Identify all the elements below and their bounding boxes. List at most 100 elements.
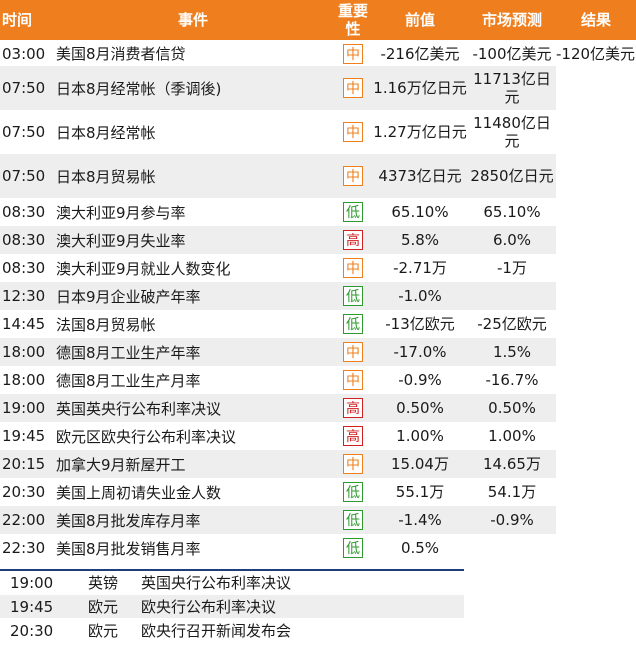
row-result bbox=[556, 254, 636, 282]
row-result bbox=[556, 154, 636, 198]
importance-badge: 中 bbox=[343, 258, 363, 278]
table-row: 07:50 日本8月经常帐（季调後) 中 1.16万亿日元 11713亿日元 bbox=[0, 66, 636, 110]
row-importance: 中 bbox=[334, 338, 372, 366]
importance-badge: 中 bbox=[343, 43, 363, 64]
schedule-time: 19:00 bbox=[10, 573, 54, 592]
header-importance: 重要 性 bbox=[337, 2, 368, 38]
header-forecast: 市场预测 bbox=[481, 11, 542, 29]
row-result bbox=[556, 310, 636, 338]
row-importance: 低 bbox=[334, 478, 372, 506]
importance-badge: 中 bbox=[343, 454, 363, 474]
row-importance: 低 bbox=[334, 282, 372, 310]
row-previous: 0.50% bbox=[396, 399, 444, 417]
row-importance: 中 bbox=[334, 66, 372, 110]
row-forecast: 65.10% bbox=[483, 203, 541, 221]
row-event: 加拿大9月新屋开工 bbox=[56, 455, 186, 474]
schedule-currency: 欧元 bbox=[88, 598, 119, 616]
row-importance: 中 bbox=[334, 41, 372, 66]
row-previous: 1.27万亿日元 bbox=[373, 123, 467, 141]
row-previous: 15.04万 bbox=[391, 455, 449, 473]
importance-badge: 低 bbox=[343, 314, 363, 334]
row-importance: 低 bbox=[334, 310, 372, 338]
table-row: 18:00 德国8月工业生产月率 中 -0.9% -16.7% bbox=[0, 366, 636, 394]
row-forecast: 0.50% bbox=[488, 399, 536, 417]
row-event: 美国8月批发库存月率 bbox=[56, 511, 201, 530]
row-event: 日本8月经常帐（季调後) bbox=[56, 79, 222, 98]
row-forecast: 11713亿日元 bbox=[473, 70, 551, 106]
row-time: 20:30 bbox=[2, 483, 46, 501]
row-time: 08:30 bbox=[2, 231, 46, 249]
table-row: 07:50 日本8月贸易帐 中 4373亿日元 2850亿日元 bbox=[0, 154, 636, 198]
row-time: 20:15 bbox=[2, 455, 46, 473]
row-event: 美国上周初请失业金人数 bbox=[56, 483, 222, 502]
importance-badge: 中 bbox=[343, 370, 363, 390]
row-time: 08:30 bbox=[2, 259, 46, 277]
importance-badge: 中 bbox=[343, 342, 363, 362]
importance-badge: 低 bbox=[343, 510, 363, 530]
schedule-event: 欧央行召开新闻发布会 bbox=[141, 622, 292, 640]
importance-badge: 低 bbox=[343, 286, 363, 306]
table-row: 19:00 英国英央行公布利率决议 高 0.50% 0.50% bbox=[0, 394, 636, 422]
table-row: 14:45 法国8月贸易帐 低 -13亿欧元 -25亿欧元 bbox=[0, 310, 636, 338]
row-previous: -17.0% bbox=[393, 343, 447, 361]
row-forecast: -25亿欧元 bbox=[477, 315, 547, 333]
table-row: 03:00 美国8月消费者信贷 中 -216亿美元 -100亿美元 -120亿美元 bbox=[0, 41, 636, 66]
row-time: 19:00 bbox=[2, 399, 46, 417]
row-time: 18:00 bbox=[2, 343, 46, 361]
row-forecast bbox=[468, 282, 556, 310]
row-event: 德国8月工业生产年率 bbox=[56, 343, 201, 362]
row-forecast: -1万 bbox=[497, 259, 527, 277]
importance-badge: 低 bbox=[343, 482, 363, 502]
row-importance: 中 bbox=[334, 450, 372, 478]
row-previous: 5.8% bbox=[400, 231, 440, 249]
row-forecast: 11480亿日元 bbox=[473, 114, 551, 150]
row-importance: 高 bbox=[334, 226, 372, 254]
row-previous: -2.71万 bbox=[393, 259, 447, 277]
row-event: 澳大利亚9月失业率 bbox=[56, 231, 186, 250]
row-forecast: 2850亿日元 bbox=[470, 167, 554, 185]
row-result bbox=[556, 66, 636, 110]
row-result bbox=[556, 394, 636, 422]
importance-badge: 高 bbox=[343, 426, 363, 446]
row-event: 欧元区欧央行公布利率决议 bbox=[56, 427, 237, 446]
row-importance: 中 bbox=[334, 154, 372, 198]
row-importance: 中 bbox=[334, 110, 372, 154]
row-previous: -216亿美元 bbox=[380, 44, 460, 63]
schedule-row: 19:45 欧元 欧央行公布利率决议 bbox=[0, 595, 464, 618]
row-event: 英国英央行公布利率决议 bbox=[56, 399, 222, 418]
row-importance: 高 bbox=[334, 394, 372, 422]
row-previous: -0.9% bbox=[398, 371, 442, 389]
row-forecast: -0.9% bbox=[490, 511, 534, 529]
schedule-event: 欧央行公布利率决议 bbox=[141, 598, 277, 616]
schedule-time: 20:30 bbox=[10, 621, 54, 640]
row-result bbox=[556, 198, 636, 226]
row-result bbox=[556, 450, 636, 478]
row-previous: -1.4% bbox=[398, 511, 442, 529]
row-event: 美国8月消费者信贷 bbox=[56, 45, 186, 63]
row-previous: -1.0% bbox=[398, 287, 442, 305]
row-time: 07:50 bbox=[2, 79, 46, 97]
row-result bbox=[556, 282, 636, 310]
row-previous: 55.1万 bbox=[395, 483, 445, 501]
row-result bbox=[556, 110, 636, 154]
row-forecast: 6.0% bbox=[492, 231, 532, 249]
row-time: 03:00 bbox=[2, 44, 46, 63]
row-forecast: 1.00% bbox=[488, 427, 536, 445]
row-result bbox=[556, 226, 636, 254]
row-time: 22:30 bbox=[2, 539, 46, 557]
row-event: 德国8月工业生产月率 bbox=[56, 371, 201, 390]
row-forecast: -100亿美元 bbox=[472, 44, 552, 63]
table-row: 07:50 日本8月经常帐 中 1.27万亿日元 11480亿日元 bbox=[0, 110, 636, 154]
schedule-time: 19:45 bbox=[10, 597, 54, 616]
row-time: 07:50 bbox=[2, 167, 46, 185]
row-forecast: 1.5% bbox=[492, 343, 532, 361]
table-row: 22:30 美国8月批发销售月率 低 0.5% bbox=[0, 534, 636, 562]
table-row: 08:30 澳大利亚9月参与率 低 65.10% 65.10% bbox=[0, 198, 636, 226]
importance-badge: 高 bbox=[343, 398, 363, 418]
row-result bbox=[556, 506, 636, 534]
schedule-event: 英国央行公布利率决议 bbox=[141, 574, 292, 592]
row-time: 22:00 bbox=[2, 511, 46, 529]
row-importance: 低 bbox=[334, 534, 372, 562]
row-result bbox=[556, 478, 636, 506]
header-previous: 前值 bbox=[404, 11, 435, 29]
